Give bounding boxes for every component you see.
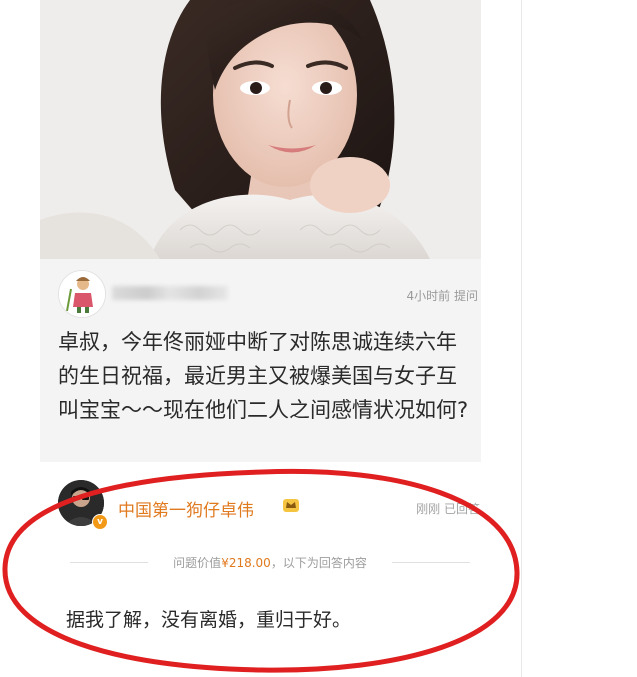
answerer-avatar-icon[interactable]: v: [58, 480, 108, 530]
question-text: 卓叔，今年佟丽娅中断了对陈思诚连续六年的生日祝福，最近男主又被爆美国与女子互叫宝…: [58, 330, 469, 422]
question-value-text: 问题价值¥218.00，以下为回答内容: [70, 554, 470, 571]
value-suffix: ，以下为回答内容: [270, 556, 367, 570]
asker-avatar-icon[interactable]: [58, 270, 106, 318]
asker-name-blurred: [112, 286, 228, 300]
qa-screen: 4小时前 提问 卓叔，今年佟丽娅中断了对陈思诚连续六年的生日祝福，最近男主又被爆…: [0, 0, 637, 677]
portrait-illustration: [40, 0, 481, 259]
asker-avatar-graphic: [59, 271, 105, 317]
answer-meta: 刚刚 已回答: [416, 502, 480, 516]
asker-meta: 4小时前 提问: [406, 289, 478, 303]
value-price: ¥218.00: [221, 556, 271, 570]
right-divider: [521, 0, 522, 677]
question-value-row: 问题价值¥218.00，以下为回答内容: [70, 553, 470, 573]
crown-badge-icon: [283, 499, 299, 512]
answerer-name[interactable]: 中国第一狗仔卓伟: [118, 496, 254, 521]
value-prefix: 问题价值: [173, 556, 222, 570]
asker-row: 4小时前 提问: [58, 270, 478, 318]
verified-badge-icon: v: [92, 514, 108, 530]
question-photo[interactable]: [40, 0, 481, 259]
answer-header: v 中国第一狗仔卓伟 刚刚 已回答: [58, 480, 482, 532]
answer-text: 据我了解，没有离婚，重归于好。: [66, 609, 352, 631]
